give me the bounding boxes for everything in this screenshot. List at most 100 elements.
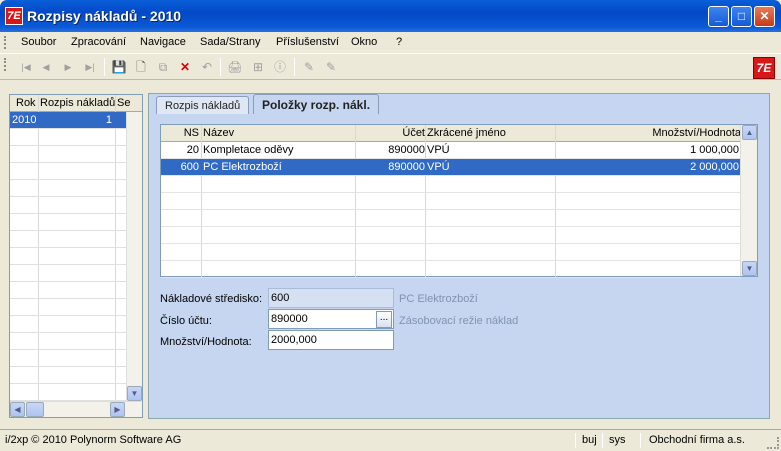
menu-sada-strany[interactable]: Sada/Strany — [200, 36, 261, 48]
year-grid-header: Rok Rozpis nákladů Se — [10, 95, 142, 112]
table-row[interactable] — [161, 193, 741, 210]
menu-soubor[interactable]: Soubor — [21, 36, 56, 48]
table-row[interactable] — [161, 227, 741, 244]
stredisko-label: Nákladové středisko: — [160, 293, 263, 305]
ucet-label: Číslo účtu: — [160, 315, 212, 327]
table-row[interactable] — [10, 180, 127, 197]
status-bar: i/2xp © 2010 Polynorm Software AG buj sy… — [0, 429, 781, 451]
vertical-scrollbar[interactable]: ▼ — [126, 112, 142, 401]
cell-zkratka: VPÚ — [427, 144, 450, 156]
prev-record-icon[interactable]: ◀ — [37, 58, 55, 76]
ucet-lookup-button[interactable]: ... — [376, 311, 392, 328]
app-icon[interactable]: 7E — [5, 7, 23, 25]
tab-rozpis-nakladu[interactable]: Rozpis nákladů — [156, 96, 250, 114]
cell-rozpis: 1 — [105, 114, 112, 126]
menu-help[interactable]: ? — [396, 36, 402, 48]
menu-bar: Soubor Zpracování Navigace Sada/Strany P… — [0, 32, 781, 53]
table-row[interactable] — [161, 176, 741, 193]
table-row[interactable] — [10, 265, 127, 282]
new-icon[interactable]: 🗋 — [132, 58, 150, 76]
table-row[interactable]: 20 Kompletace oděvy 890000 VPÚ 1 000,000 — [161, 142, 741, 159]
toolbar-separator — [104, 58, 105, 76]
table-row[interactable] — [161, 210, 741, 227]
mnozstvi-field[interactable]: 2000,000 — [268, 330, 394, 350]
cell-ucet: 890000 — [388, 144, 425, 156]
items-grid: NS Název Účet Zkrácené jméno Množství/Ho… — [160, 124, 758, 278]
status-db: sys — [609, 434, 626, 446]
col-ns[interactable]: NS — [161, 127, 199, 139]
table-row[interactable] — [10, 350, 127, 367]
scroll-up-icon[interactable]: ▲ — [742, 125, 757, 140]
status-copyright: i/2xp © 2010 Polynorm Software AG — [5, 434, 182, 446]
ucet-description: Zásobovací režie náklad — [399, 315, 519, 327]
last-record-icon[interactable]: ▶| — [81, 58, 99, 76]
save-icon[interactable]: 💾 — [110, 58, 128, 76]
table-row[interactable] — [10, 384, 127, 401]
menu-navigace[interactable]: Navigace — [140, 36, 186, 48]
table-row[interactable] — [161, 244, 741, 261]
edit-icon[interactable]: ✎ — [300, 58, 318, 76]
table-row[interactable] — [10, 299, 127, 316]
table-row[interactable] — [10, 367, 127, 384]
col-rok[interactable]: Rok — [16, 97, 36, 109]
undo-icon[interactable]: ↶ — [198, 58, 216, 76]
table-row[interactable] — [10, 197, 127, 214]
menu-zpracovani[interactable]: Zpracování — [71, 36, 126, 48]
brand-logo-icon: 7E — [753, 57, 775, 79]
table-row[interactable]: 2010 1 — [10, 112, 127, 129]
year-grid: Rok Rozpis nákladů Se 2010 1 ▼ ◀ ▶ — [9, 94, 143, 418]
cell-ucet: 890000 — [388, 161, 425, 173]
menu-prislusenstvi[interactable]: Příslušenství — [276, 36, 339, 48]
menu-grip — [4, 36, 7, 49]
cell-nazev: Kompletace oděvy — [203, 144, 294, 156]
items-grid-header: NS Název Účet Zkrácené jméno Množství/Ho… — [161, 125, 741, 142]
col-ucet[interactable]: Účet — [355, 127, 425, 139]
table-row[interactable] — [10, 214, 127, 231]
next-record-icon[interactable]: ▶ — [59, 58, 77, 76]
copy-icon[interactable]: ⧉ — [154, 58, 172, 76]
col-mnozstvi[interactable]: Množství/Hodnota — [555, 127, 741, 139]
status-company: Obchodní firma a.s. — [649, 434, 745, 446]
table-row[interactable] — [10, 146, 127, 163]
delete-icon[interactable]: ✕ — [176, 58, 194, 76]
scroll-left-icon[interactable]: ◀ — [10, 402, 25, 417]
col-nazev[interactable]: Název — [203, 127, 234, 139]
table-row[interactable] — [10, 333, 127, 350]
maximize-button[interactable]: □ — [731, 6, 752, 27]
minimize-button[interactable]: _ — [708, 6, 729, 27]
col-se[interactable]: Se — [117, 97, 130, 109]
toolbar: |◀ ◀ ▶ ▶| 💾 🗋 ⧉ ✕ ↶ 🖨 ⊞ ⓘ ✎ ✎ 7E — [0, 53, 781, 80]
edit-alt-icon[interactable]: ✎ — [322, 58, 340, 76]
status-separator — [640, 433, 641, 448]
table-row[interactable]: 600 PC Elektrozboží 890000 VPÚ 2 000,000 — [161, 159, 741, 176]
table-row[interactable] — [10, 231, 127, 248]
vertical-scrollbar[interactable]: ▲ ▼ — [740, 125, 757, 276]
tab-polozky[interactable]: Položky rozp. nákl. — [253, 94, 380, 114]
table-row[interactable] — [10, 129, 127, 146]
toolbar-separator — [220, 58, 221, 76]
first-record-icon[interactable]: |◀ — [17, 58, 35, 76]
resize-grip[interactable] — [767, 437, 779, 449]
close-button[interactable]: ✕ — [754, 6, 775, 27]
col-zkracene-jmeno[interactable]: Zkrácené jméno — [427, 127, 506, 139]
col-rozpis-nakladu[interactable]: Rozpis nákladů — [40, 97, 115, 109]
tree-icon[interactable]: ⊞ — [249, 58, 267, 76]
scroll-down-icon[interactable]: ▼ — [127, 386, 142, 401]
table-row[interactable] — [10, 316, 127, 333]
table-row[interactable] — [10, 163, 127, 180]
cell-nazev: PC Elektrozboží — [203, 161, 282, 173]
scroll-thumb[interactable] — [26, 402, 44, 417]
stredisko-description: PC Elektrozboží — [399, 293, 478, 305]
info-icon[interactable]: ⓘ — [271, 58, 289, 76]
table-row[interactable] — [161, 261, 741, 278]
table-row[interactable] — [10, 282, 127, 299]
table-row[interactable] — [10, 248, 127, 265]
horizontal-scrollbar[interactable]: ◀ ▶ — [10, 401, 142, 417]
print-icon[interactable]: 🖨 — [226, 58, 244, 76]
menu-okno[interactable]: Okno — [351, 36, 377, 48]
toolbar-separator — [294, 58, 295, 76]
toolbar-grip — [4, 58, 7, 71]
scroll-down-icon[interactable]: ▼ — [742, 261, 757, 276]
scroll-right-icon[interactable]: ▶ — [110, 402, 125, 417]
status-separator — [575, 433, 576, 448]
